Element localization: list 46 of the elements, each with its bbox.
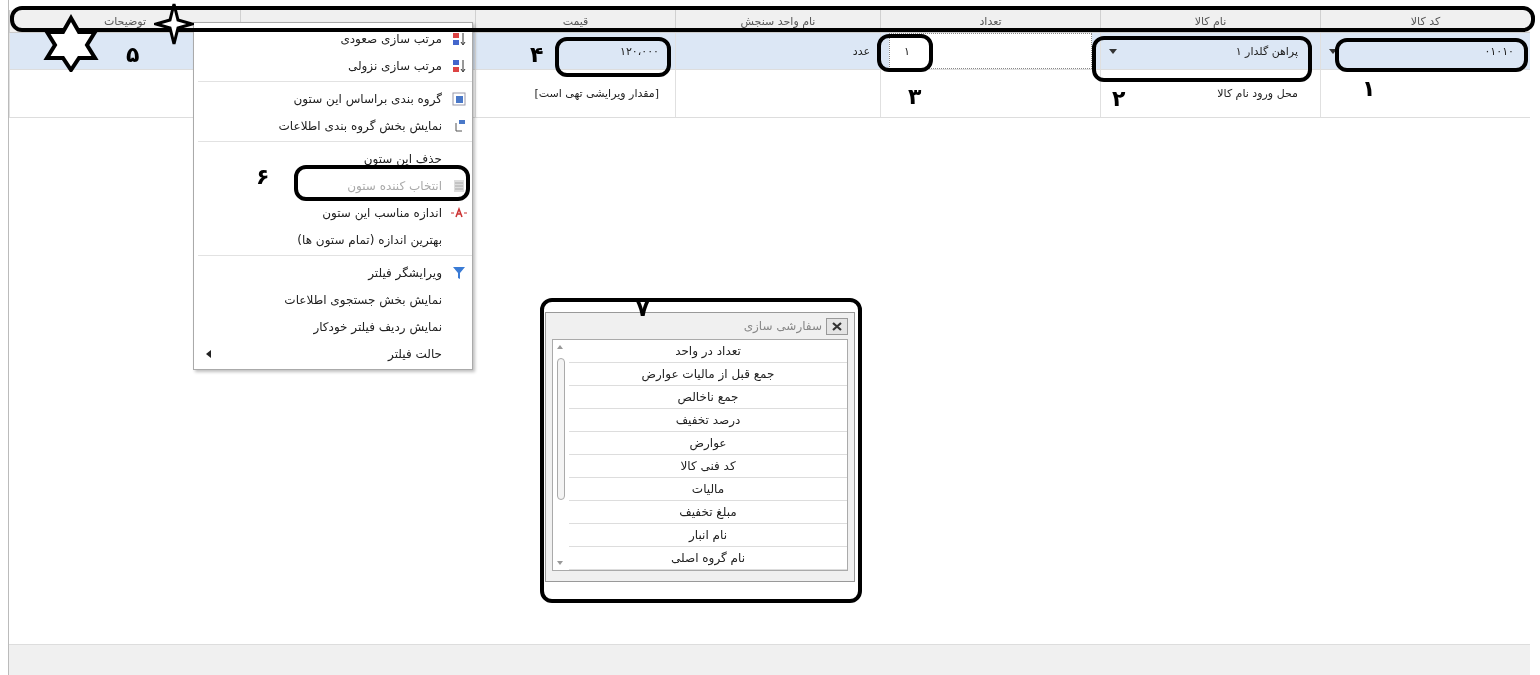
group-panel-icon [452,118,466,133]
menu-item[interactable]: بهترین اندازه (تمام ستون ها) [297,232,468,247]
column-list-item[interactable]: نام گروه اصلی [569,547,847,570]
annotation-number: ۵ [126,44,140,66]
column-list-item[interactable]: درصد تخفیف [569,409,847,432]
menu-item[interactable]: اندازه مناسب این ستون [322,205,468,220]
dialog-title: سفارشی سازی [743,319,822,333]
column-list-item[interactable]: مالیات [569,478,847,501]
callout-outline [877,34,933,72]
menu-item[interactable]: مرتب سازی صعودی [340,31,468,46]
star-icon [42,14,100,72]
group-icon [452,91,466,106]
column-list-item[interactable]: جمع قبل از مالیات عوارض [569,363,847,386]
menu-item[interactable]: حالت فیلتر [388,346,468,361]
column-list-icon [452,178,466,193]
annotation-number: ۳ [908,86,922,108]
menu-item[interactable]: نمایش بخش گروه بندی اطلاعات [278,118,468,133]
column-list-item[interactable]: نام انبار [569,524,847,547]
column-list-item[interactable]: تعداد در واحد [569,340,847,363]
sort-descending-icon [452,58,466,73]
column-list-item[interactable]: کد فنی کالا [569,455,847,478]
sort-ascending-icon [452,31,466,46]
menu-item[interactable]: مرتب سازی نزولی [347,58,468,73]
scroll-up-arrow-icon[interactable] [557,345,563,349]
annotation-number: ۴ [530,44,544,66]
annotation-number: ۷ [636,298,650,320]
dropdown-caret-icon[interactable] [1329,48,1337,54]
quantity-field[interactable]: ۱ [889,33,1092,69]
annotation-number: ۲ [1112,88,1126,110]
close-button[interactable] [826,317,848,335]
dropdown-caret-icon[interactable] [1109,48,1117,54]
table-cell: عدد [675,33,880,70]
menu-item[interactable]: ویرایشگر فیلتر [368,265,468,280]
menu-item[interactable]: گروه بندی براساس این ستون [293,91,468,106]
table-cell: [مقدار ویرایشی تهی است] [475,70,675,118]
column-list-item[interactable]: عوارض [569,432,847,455]
column-list-item[interactable]: جمع ناخالص [569,386,847,409]
menu-item[interactable]: نمایش بخش جستجوی اطلاعات [284,292,468,307]
best-fit-icon [451,206,467,219]
menu-item[interactable]: نمایش ردیف فیلتر خودکار [313,319,468,334]
annotation-number: ۶ [256,166,270,188]
filter-icon [452,265,466,280]
column-list-item[interactable]: مبلغ تخفیف [569,501,847,524]
scroll-down-arrow-icon[interactable] [557,561,563,565]
annotation-number: ۱ [1362,78,1376,100]
close-icon [832,321,842,331]
